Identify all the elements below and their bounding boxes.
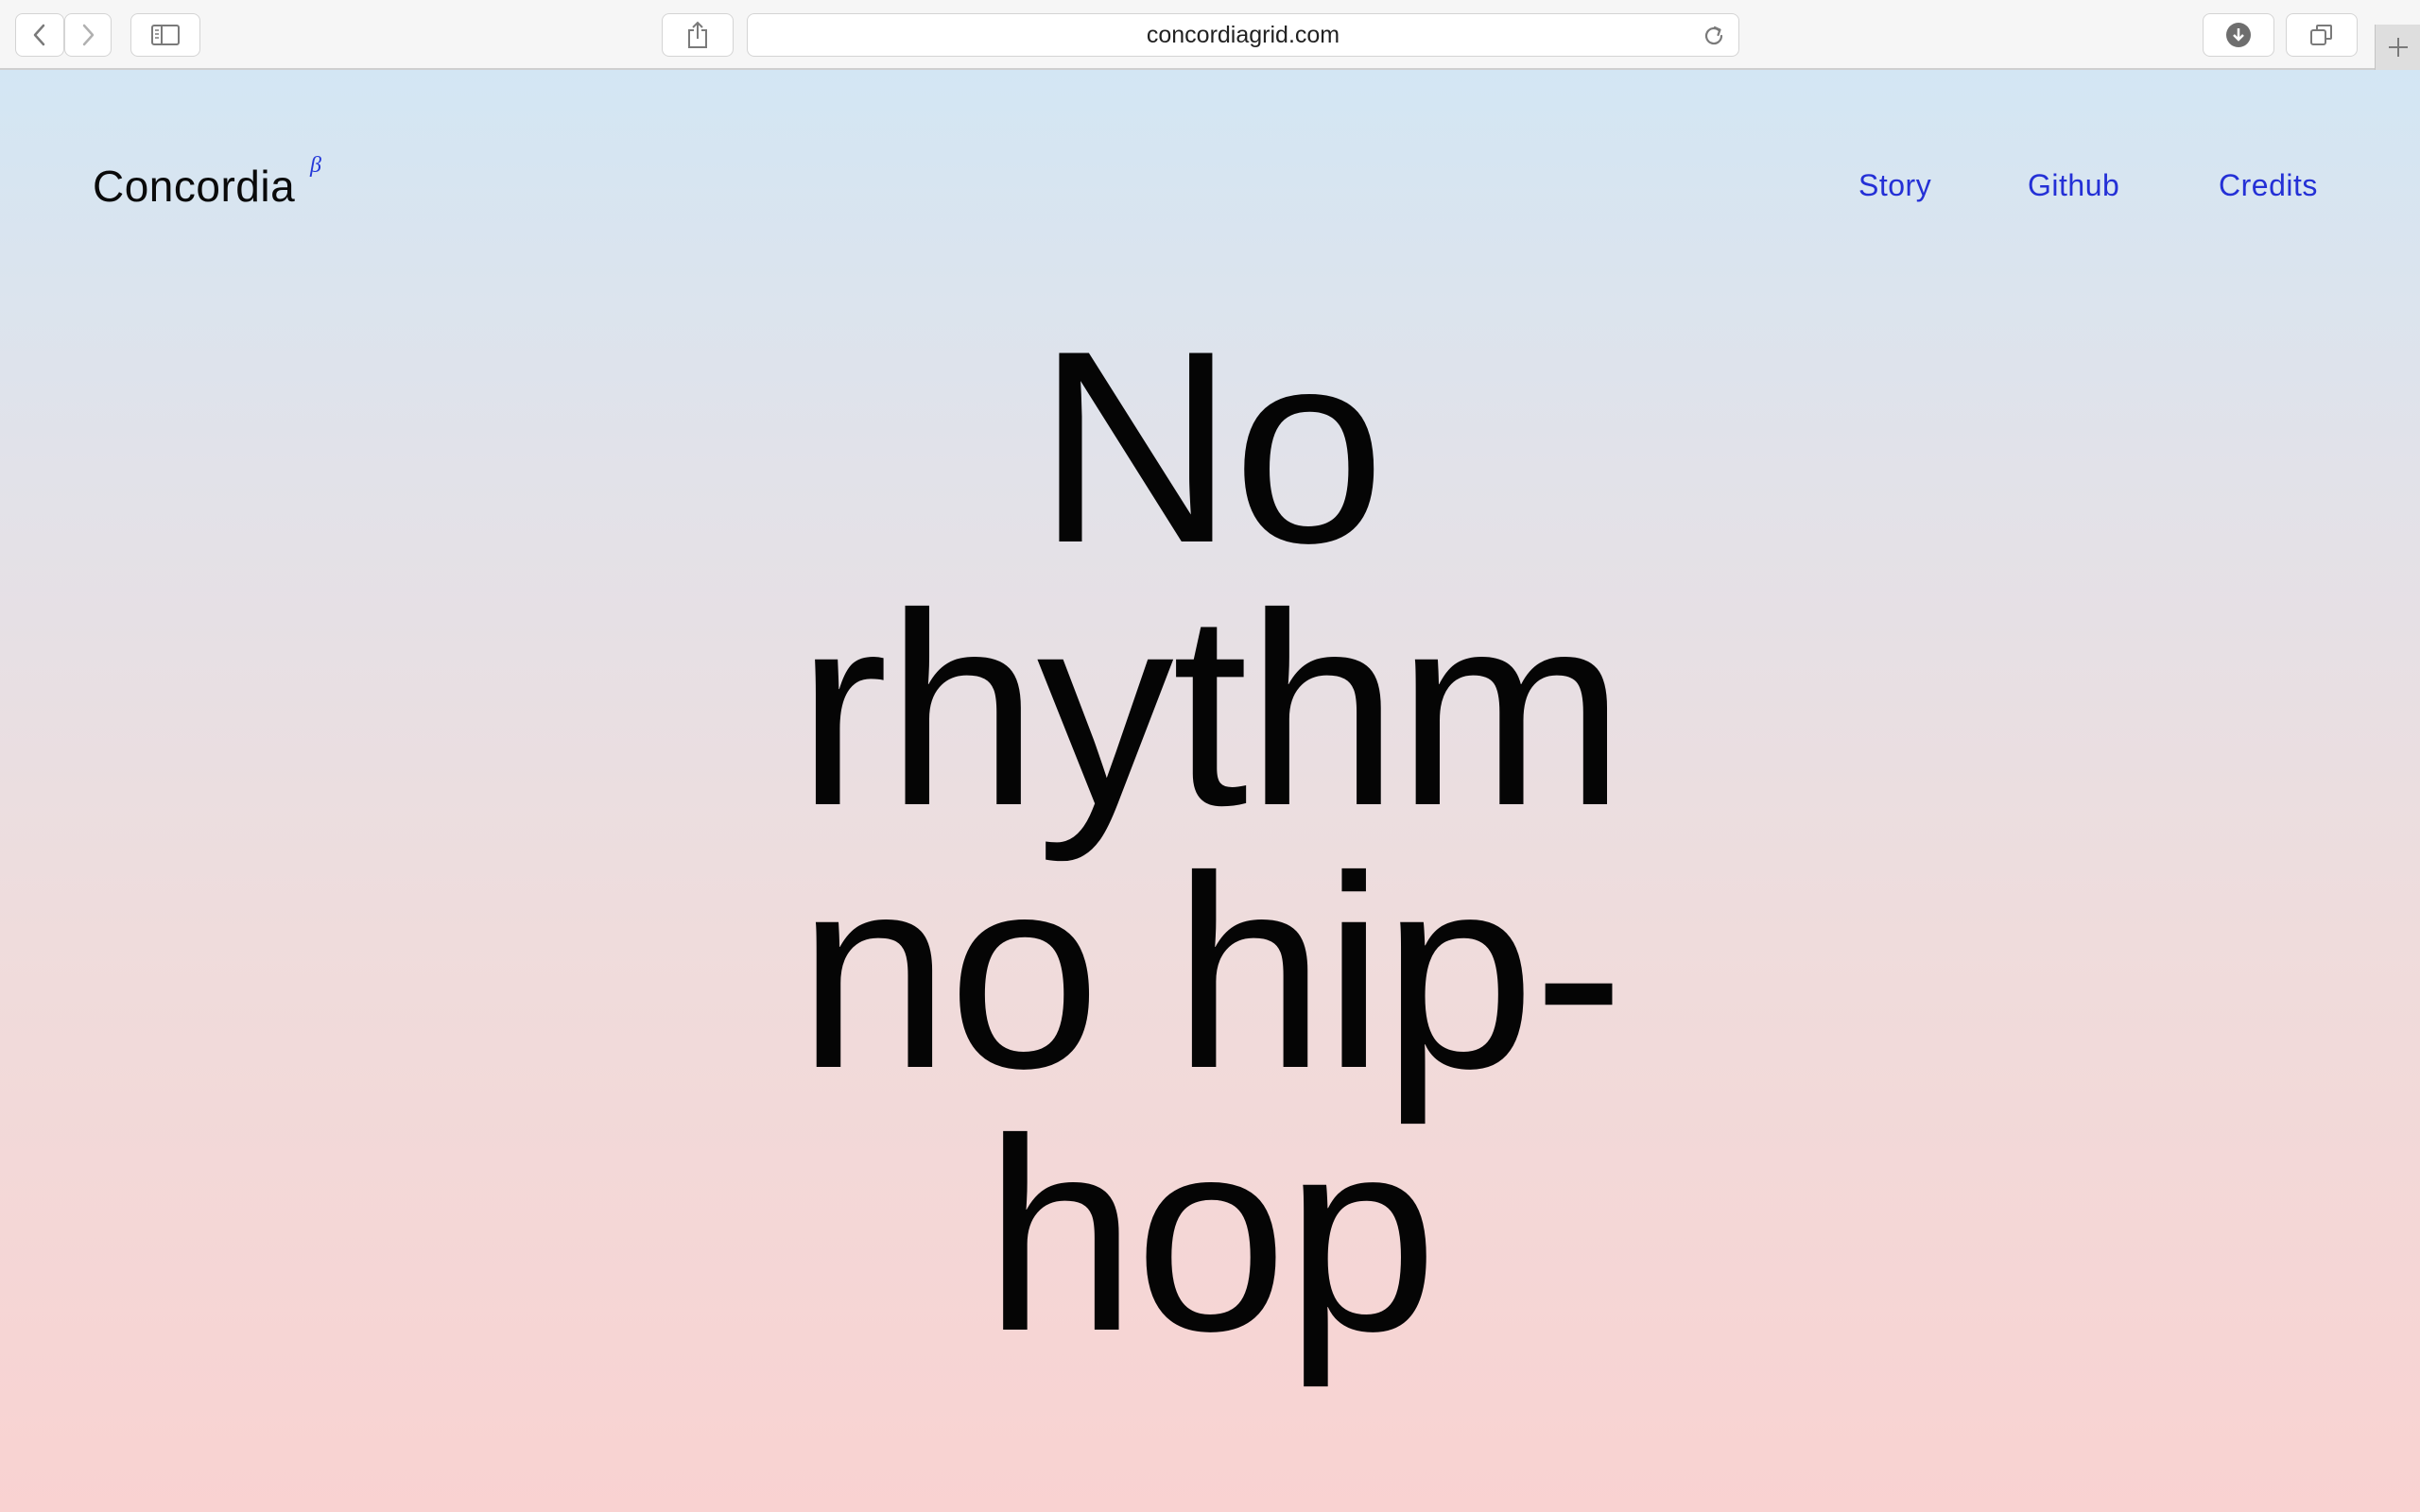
chevron-right-icon <box>82 24 95 46</box>
downloads-button[interactable] <box>2203 13 2274 57</box>
url-text: concordiagrid.com <box>1146 21 1340 48</box>
sidebar-button[interactable] <box>130 13 200 57</box>
web-page: Concordia β Story Github Credits No rhyt… <box>0 70 2420 1512</box>
nav-link-github[interactable]: Github <box>2028 168 2119 203</box>
tabs-overview-icon <box>2310 25 2332 45</box>
beta-badge: β <box>310 153 321 178</box>
hero-line: No <box>1036 294 1386 600</box>
plus-icon <box>2388 38 2408 57</box>
hero-headline: No rhythm no hip- hop <box>0 294 2420 1388</box>
hero-line: no hip- <box>797 819 1625 1125</box>
download-icon <box>2226 23 2251 47</box>
hero-line: rhythm <box>796 557 1625 863</box>
sidebar-icon <box>151 25 180 45</box>
back-button[interactable] <box>15 13 64 57</box>
hero-line: hop <box>984 1082 1438 1388</box>
tabs-overview-button[interactable] <box>2286 13 2358 57</box>
share-button[interactable] <box>662 13 734 57</box>
address-bar[interactable]: concordiagrid.com <box>747 13 1739 57</box>
forward-button[interactable] <box>64 13 112 57</box>
share-icon <box>688 21 707 48</box>
nav-link-story[interactable]: Story <box>1858 168 1931 203</box>
reload-icon[interactable] <box>1701 23 1727 49</box>
chevron-left-icon <box>33 24 45 46</box>
nav-link-credits[interactable]: Credits <box>2219 168 2318 203</box>
browser-toolbar: concordiagrid.com <box>0 0 2420 70</box>
new-tab-button[interactable] <box>2375 25 2420 70</box>
site-logo[interactable]: Concordia <box>93 161 295 212</box>
